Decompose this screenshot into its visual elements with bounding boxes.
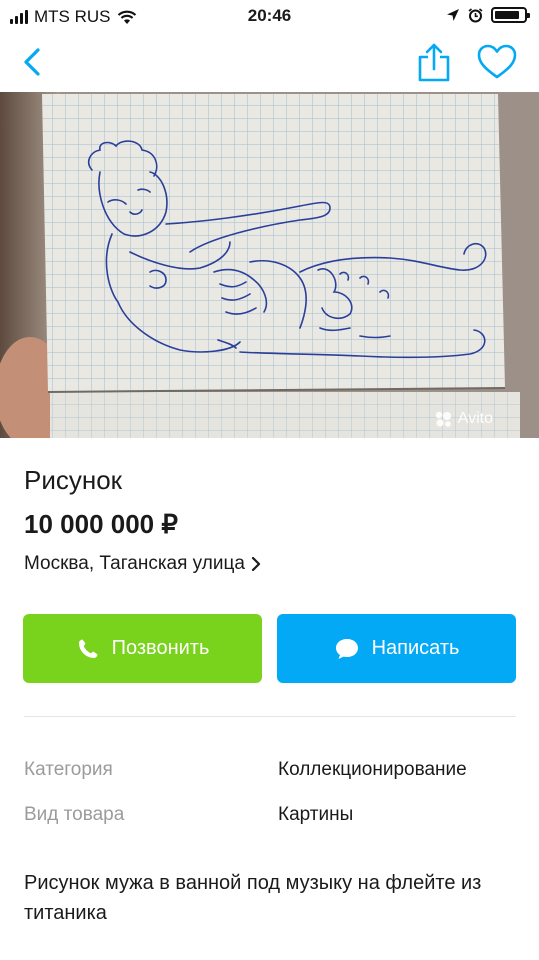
chevron-right-icon (251, 556, 261, 572)
property-label: Категория (24, 759, 113, 780)
property-value: Картины (278, 804, 354, 825)
photo-watermark: Avito (434, 410, 493, 428)
message-button[interactable]: Написать (277, 614, 516, 683)
drawing-image (0, 92, 539, 438)
call-button-label: Позвонить (111, 637, 210, 659)
section-divider (24, 716, 516, 717)
chevron-left-icon (24, 48, 40, 76)
listing-address-link[interactable]: Москва, Таганская улица (24, 553, 261, 575)
message-button-label: Написать (371, 637, 460, 659)
property-label: Вид товара (24, 804, 125, 825)
nav-bar (0, 34, 539, 92)
heart-icon (477, 44, 517, 79)
phone-icon (78, 639, 98, 658)
listing-price: 10 000 000 ₽ (24, 509, 178, 539)
property-value: Коллекционирование (278, 759, 467, 780)
share-icon (418, 43, 450, 82)
location-arrow-icon (447, 9, 459, 21)
listing-title: Рисунок (24, 465, 123, 495)
watermark-label: Avito (457, 410, 493, 427)
status-bar: MTS RUS 20:46 (0, 0, 539, 34)
favorite-button[interactable] (476, 42, 518, 82)
battery-icon (491, 7, 530, 23)
chat-bubble-icon (335, 638, 358, 659)
share-button[interactable] (414, 40, 454, 84)
listing-description: Рисунок мужа в ванной под музыку на флей… (24, 872, 482, 924)
address-label: Москва, Таганская улица (24, 553, 245, 574)
back-button[interactable] (18, 42, 50, 82)
call-button[interactable]: Позвонить (23, 614, 262, 683)
avito-logo-icon (435, 411, 451, 427)
alarm-icon (468, 7, 483, 22)
listing-photo[interactable]: Avito (0, 92, 539, 438)
status-right (446, 7, 530, 23)
